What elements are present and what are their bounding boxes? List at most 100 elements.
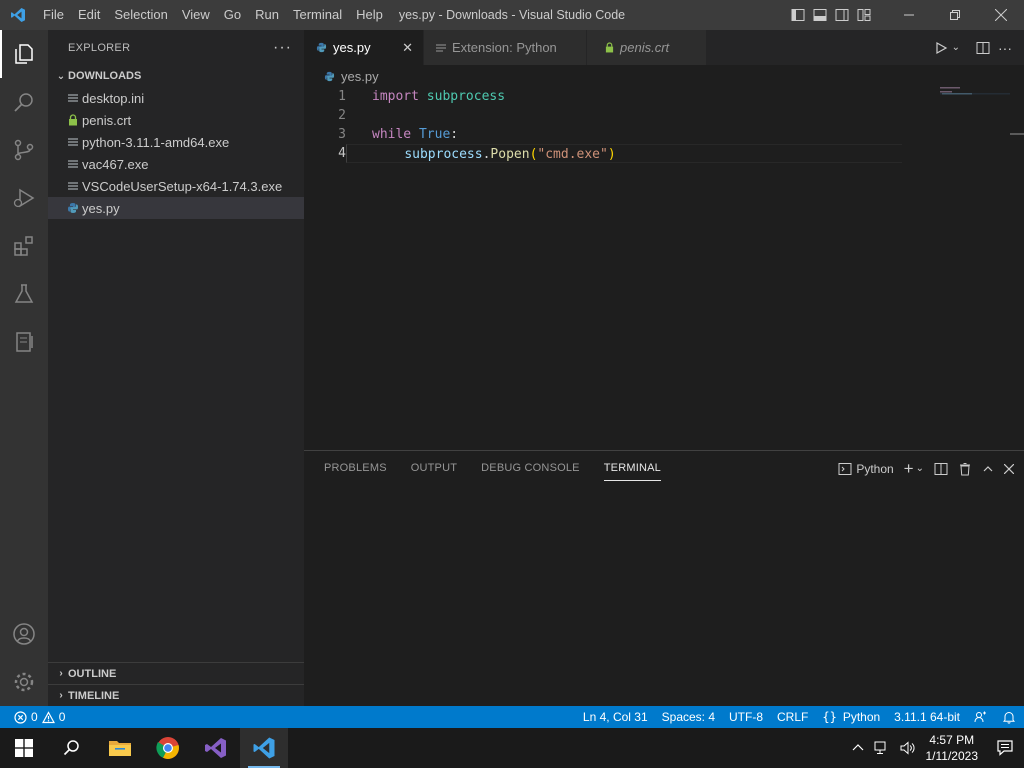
tab-debug-console[interactable]: DEBUG CONSOLE (481, 451, 580, 486)
menu-terminal[interactable]: Terminal (286, 0, 349, 30)
toggle-sidebar-icon[interactable] (790, 7, 806, 23)
code-token: subprocess (404, 147, 483, 162)
windows-start-button[interactable] (0, 728, 48, 768)
file-penis-crt[interactable]: penis.crt (48, 109, 304, 131)
file-label: desktop.ini (82, 90, 145, 106)
notifications-icon[interactable] (996, 739, 1014, 757)
code-line: 1 import subprocess (304, 87, 1024, 106)
breadcrumb: yes.py (304, 65, 1024, 87)
toggle-secondary-sidebar-icon[interactable] (834, 7, 850, 23)
language-mode[interactable]: {} Python (822, 710, 880, 724)
breadcrumb-file[interactable]: yes.py (341, 69, 379, 84)
accounts-icon[interactable] (0, 610, 48, 658)
visual-studio-icon[interactable] (192, 728, 240, 768)
file-python-installer[interactable]: python-3.11.1-amd64.exe (48, 131, 304, 153)
bell-icon[interactable] (1002, 710, 1016, 724)
source-control-icon[interactable] (0, 126, 48, 174)
line-number: 3 (338, 127, 346, 142)
extensions-icon[interactable] (0, 222, 48, 270)
volume-icon[interactable] (900, 741, 916, 755)
feedback-icon[interactable] (974, 710, 988, 724)
explorer-icon[interactable] (0, 30, 48, 78)
chevron-up-icon[interactable] (852, 742, 864, 754)
new-terminal-icon[interactable]: + (904, 459, 914, 479)
file-label: python-3.11.1-amd64.exe (82, 134, 230, 150)
code-token: import (372, 89, 419, 104)
split-terminal-icon[interactable] (934, 462, 948, 476)
indentation[interactable]: Spaces: 4 (662, 710, 715, 724)
file-yes-py[interactable]: yes.py (48, 197, 304, 219)
chevron-down-icon[interactable]: ⌄ (952, 42, 960, 53)
outline-section[interactable]: › OUTLINE (48, 662, 304, 684)
testing-icon[interactable] (0, 270, 48, 318)
problems-status[interactable]: 0 0 (0, 710, 65, 724)
remote-explorer-icon[interactable] (0, 318, 48, 366)
timeline-label: TIMELINE (68, 689, 120, 702)
tab-extension-python[interactable]: Extension: Python (424, 30, 587, 65)
line-endings[interactable]: CRLF (777, 710, 808, 724)
maximize-panel-icon[interactable] (982, 463, 994, 475)
run-debug-icon[interactable] (0, 174, 48, 222)
file-desktop-ini[interactable]: desktop.ini (48, 87, 304, 109)
menu-edit[interactable]: Edit (71, 0, 107, 30)
restore-button[interactable] (932, 0, 978, 30)
minimap[interactable] (940, 87, 1010, 97)
vscode-taskbar-icon[interactable] (240, 728, 288, 768)
menu-run[interactable]: Run (248, 0, 286, 30)
trash-icon[interactable] (958, 462, 972, 476)
tab-terminal[interactable]: TERMINAL (603, 451, 662, 486)
line-number: 2 (338, 108, 346, 123)
menu-go[interactable]: Go (217, 0, 248, 30)
tab-problems[interactable]: PROBLEMS (324, 451, 387, 486)
tab-label: penis.crt (620, 40, 670, 55)
network-icon[interactable] (874, 741, 890, 755)
search-icon[interactable] (48, 728, 96, 768)
folder-downloads[interactable]: ⌄ DOWNLOADS (48, 65, 304, 87)
clock-time: 4:57 PM (929, 733, 975, 747)
menu-view[interactable]: View (175, 0, 217, 30)
code-token: : (450, 127, 459, 142)
clock-date: 1/11/2023 (925, 749, 979, 763)
tab-output[interactable]: OUTPUT (411, 451, 457, 486)
close-panel-icon[interactable] (1004, 463, 1014, 474)
code-token: ) (607, 147, 616, 162)
python-interpreter[interactable]: 3.11.1 64-bit (894, 710, 960, 724)
close-tab-icon[interactable]: ✕ (402, 40, 413, 56)
menu-help[interactable]: Help (349, 0, 390, 30)
explorer-sidebar: EXPLORER ··· ⌄ DOWNLOADS desktop.ini pen… (48, 30, 304, 706)
tab-yes-py[interactable]: yes.py ✕ (304, 30, 424, 65)
python-icon (316, 42, 327, 53)
terminal-name[interactable]: Python (856, 462, 893, 476)
cursor-position[interactable]: Ln 4, Col 31 (583, 710, 648, 724)
more-actions-icon[interactable]: ··· (273, 39, 292, 57)
file-vac467[interactable]: vac467.exe (48, 153, 304, 175)
run-icon[interactable] (934, 41, 948, 55)
chrome-icon[interactable] (144, 728, 192, 768)
lock-icon (66, 113, 80, 127)
search-icon[interactable] (0, 78, 48, 126)
code-editor[interactable]: 1 import subprocess 2 3 while True: 4 su… (304, 87, 1024, 163)
encoding[interactable]: UTF-8 (729, 710, 763, 724)
python-icon (66, 201, 80, 215)
split-editor-icon[interactable] (976, 41, 990, 55)
menu-file[interactable]: File (36, 0, 71, 30)
customize-layout-icon[interactable] (856, 7, 872, 23)
timeline-section[interactable]: › TIMELINE (48, 684, 304, 706)
system-clock[interactable]: 4:57 PM 1/11/2023 (926, 732, 979, 764)
toggle-panel-icon[interactable] (812, 7, 828, 23)
file-explorer-icon[interactable] (96, 728, 144, 768)
tab-penis-crt[interactable]: penis.crt (587, 30, 707, 65)
gear-icon[interactable] (0, 658, 48, 706)
more-actions-icon[interactable]: ··· (998, 40, 1012, 56)
file-vscode-setup[interactable]: VSCodeUserSetup-x64-1.74.3.exe (48, 175, 304, 197)
code-token: True (418, 127, 451, 142)
chevron-right-icon: › (59, 668, 63, 679)
menu-selection[interactable]: Selection (107, 0, 174, 30)
file-icon (66, 135, 80, 149)
chevron-down-icon[interactable]: ⌄ (916, 463, 924, 474)
close-window-button[interactable] (978, 0, 1024, 30)
file-label: VSCodeUserSetup-x64-1.74.3.exe (82, 178, 283, 194)
braces-icon: {} (822, 710, 837, 724)
vscode-logo-icon (0, 0, 36, 30)
minimize-button[interactable] (886, 0, 932, 30)
